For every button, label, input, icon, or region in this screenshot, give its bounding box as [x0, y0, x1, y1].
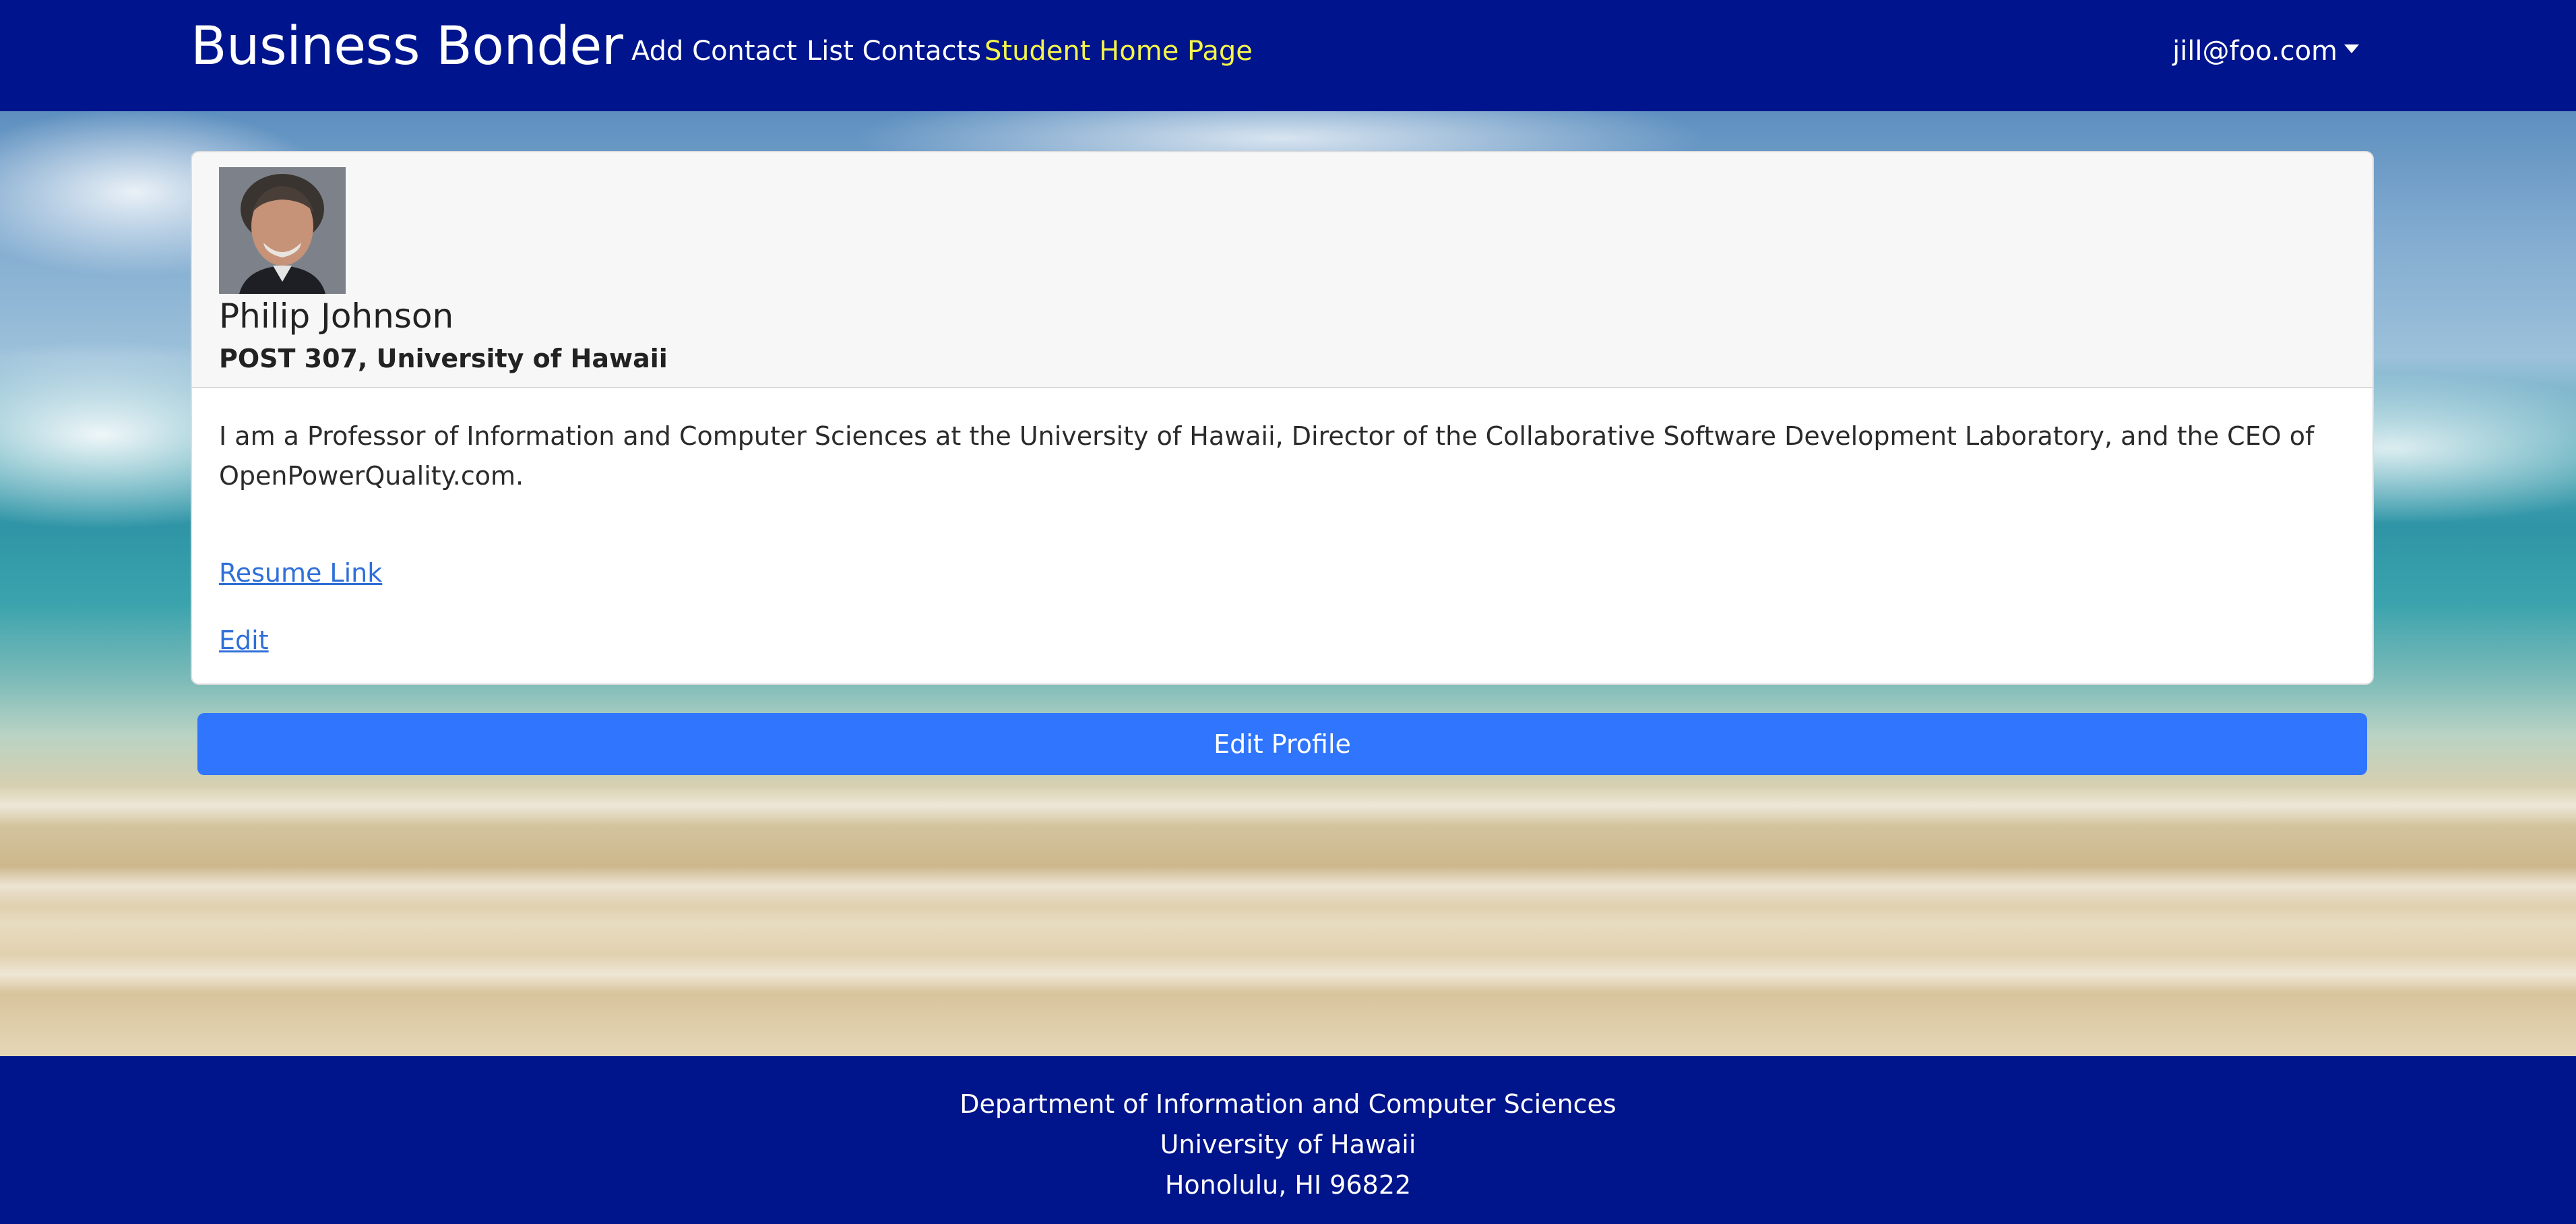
- contact-address: POST 307, University of Hawaii: [219, 344, 668, 373]
- nav-student-home-page[interactable]: Student Home Page: [984, 34, 1253, 69]
- footer-location: Honolulu, HI 96822: [1164, 1170, 1412, 1200]
- contact-name: Philip Johnson: [219, 297, 454, 336]
- wave-foam: [0, 785, 2576, 826]
- nav-add-contact[interactable]: Add Contact: [631, 34, 797, 69]
- card-header: Philip Johnson POST 307, University of H…: [192, 152, 2373, 388]
- footer: Department of Information and Computer S…: [0, 1056, 2576, 1224]
- nav-list-contacts[interactable]: List Contacts: [807, 34, 981, 69]
- resume-link[interactable]: Resume Link: [219, 556, 382, 590]
- contact-photo: [219, 167, 346, 294]
- contact-description: I am a Professor of Information and Comp…: [219, 421, 2315, 491]
- footer-university: University of Hawaii: [1160, 1130, 1416, 1159]
- brand-logo[interactable]: Business Bonder: [191, 15, 623, 79]
- top-navbar: Business Bonder Add Contact List Contact…: [0, 0, 2576, 111]
- edit-link[interactable]: Edit: [219, 623, 269, 657]
- edit-profile-button[interactable]: Edit Profile: [197, 713, 2367, 775]
- footer-department: Department of Information and Computer S…: [960, 1089, 1616, 1119]
- wave-foam: [0, 866, 2576, 907]
- wave-foam: [0, 954, 2576, 994]
- caret-down-icon: [2344, 44, 2359, 53]
- user-dropdown[interactable]: jill@foo.com: [2172, 34, 2359, 69]
- contact-card: Philip Johnson POST 307, University of H…: [191, 151, 2374, 685]
- user-email: jill@foo.com: [2172, 36, 2337, 67]
